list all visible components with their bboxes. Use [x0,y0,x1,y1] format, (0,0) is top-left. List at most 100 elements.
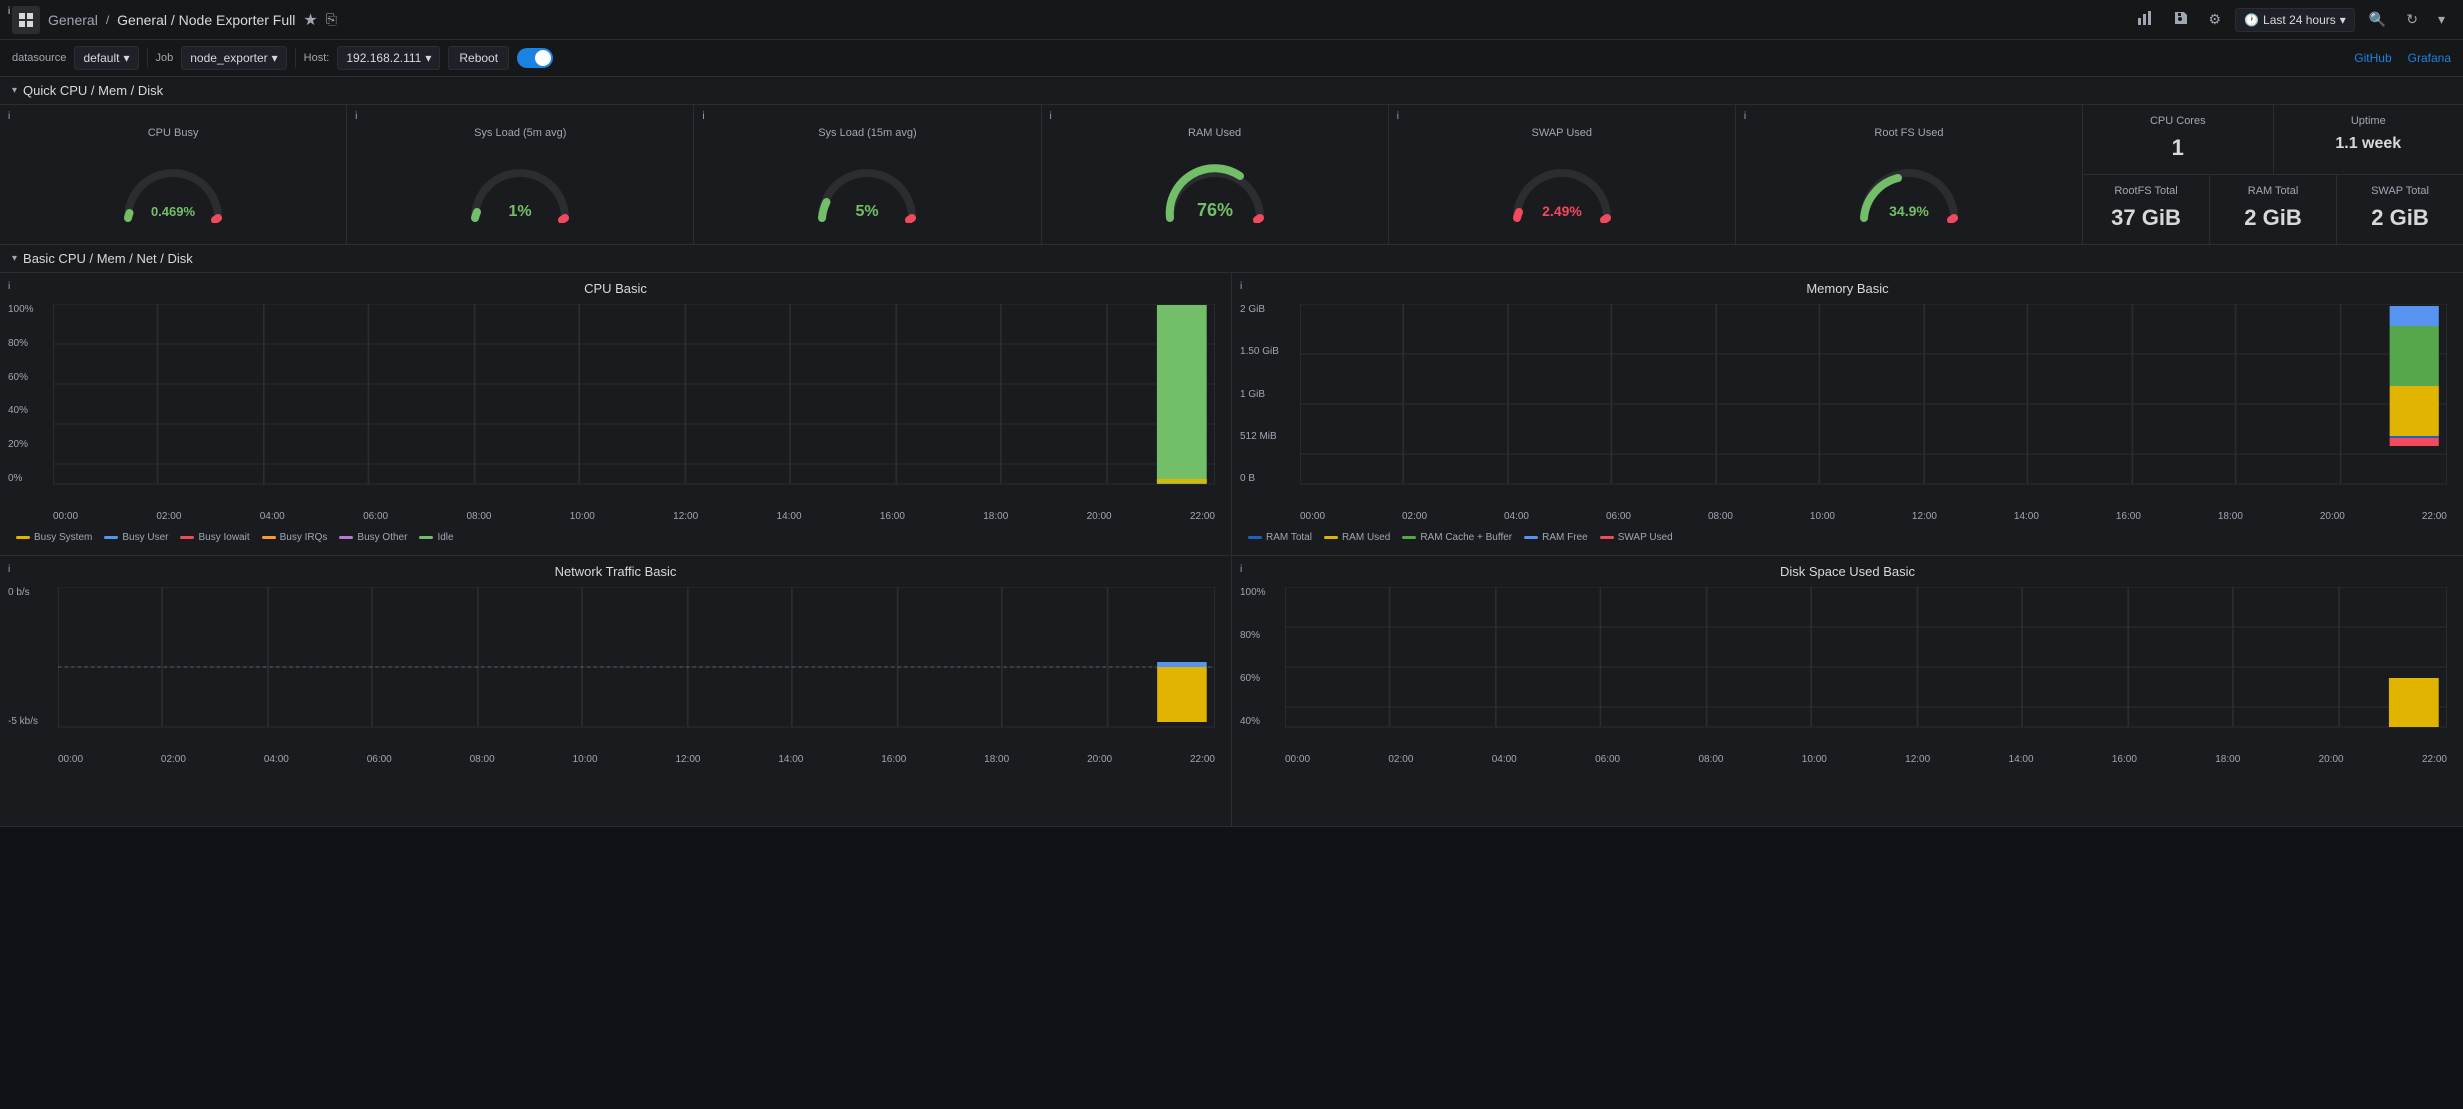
sys-load-15m-panel: i Sys Load (15m avg) 5% [694,105,1041,244]
network-title: Network Traffic Basic [8,564,1223,579]
ram-total-cell: i RAM Total 2 GiB [2210,175,2337,244]
grid-icon[interactable] [12,6,40,34]
legend-busy-system: Busy System [16,532,92,543]
memory-chart-area: 2 GiB 1.50 GiB 1 GiB 512 MiB 0 B 00:00 0… [1300,304,2447,504]
memory-basic-title: Memory Basic [1240,281,2455,296]
job-value: node_exporter [190,51,267,65]
host-label: Host: [304,52,330,64]
cpu-busy-info[interactable]: i [8,111,10,122]
rootfs-title: Root FS Used [1744,127,2074,139]
sys-load-5m-gauge-svg: 1% [465,158,575,223]
network-info[interactable]: i [8,564,10,575]
datasource-select[interactable]: default ▾ [74,46,138,70]
refresh-button[interactable]: ↻ [2400,7,2424,32]
legend-busy-other: Busy Other [339,532,407,543]
mini-stats-col: i CPU Cores 1 i Uptime 1.1 week i RootFS… [2083,105,2463,244]
job-select[interactable]: node_exporter ▾ [181,46,286,70]
save-button[interactable] [2167,6,2195,33]
sys-load-5m-panel: i Sys Load (5m avg) 1% [347,105,694,244]
net-x-axis: 00:00 02:00 04:00 06:00 08:00 10:00 12:0… [58,754,1215,765]
basic-section-title: Basic CPU / Mem / Net / Disk [23,251,193,266]
swap-used-title: SWAP Used [1397,127,1727,139]
busy-other-label: Busy Other [357,532,407,543]
reboot-button[interactable]: Reboot [448,46,509,70]
disk-panel: i Disk Space Used Basic [1232,556,2463,826]
topbar-icons: ⚙ 🕐 Last 24 hours ▾ 🔍 ↻ ▾ [2131,6,2451,33]
github-link[interactable]: GitHub [2354,51,2391,65]
legend-ram-total: RAM Total [1248,532,1312,543]
cpu-busy-title: CPU Busy [8,127,338,139]
rootfs-total-title: RootFS Total [2093,185,2199,197]
legend-busy-iowait: Busy Iowait [180,532,249,543]
mini-row-1: i CPU Cores 1 i Uptime 1.1 week [2083,105,2463,175]
cpu-basic-title: CPU Basic [8,281,1223,296]
cpu-busy-gauge-svg: 0.469% [118,158,228,223]
datasource-label: datasource [12,52,66,64]
toolbar-divider-2 [295,48,296,68]
cpu-busy-gauge: 0.469% [118,143,228,223]
ram-used-info[interactable]: i [1050,111,1052,122]
host-select[interactable]: 192.168.2.111 ▾ [337,46,440,70]
swap-used-info[interactable]: i [1397,111,1399,122]
legend-ram-used: RAM Used [1324,532,1390,543]
cpu-cores-value: 1 [2093,135,2263,161]
disk-info[interactable]: i [1240,564,1242,575]
clock-icon: 🕐 [2244,13,2259,27]
refresh-options-button[interactable]: ▾ [2432,7,2451,32]
rootfs-gauge: 34.9% [1854,143,1964,223]
uptime-title: Uptime [2284,115,2454,127]
busy-system-color [16,536,30,539]
topbar-left: General / General / Node Exporter Full ★… [12,6,2123,34]
ram-total-title: RAM Total [2220,185,2326,197]
search-button[interactable]: 🔍 [2363,7,2392,32]
legend-idle: Idle [419,532,453,543]
ram-free-color [1524,536,1538,539]
sys-load-15m-gauge-svg: 5% [812,158,922,223]
settings-button[interactable]: ⚙ [2203,7,2228,32]
sys-load-5m-title: Sys Load (5m avg) [355,127,685,139]
host-value: 192.168.2.111 [346,51,421,65]
basic-section-header[interactable]: ▾ Basic CPU / Mem / Net / Disk [0,245,2463,273]
ram-cache-legend-label: RAM Cache + Buffer [1420,532,1512,543]
rootfs-info[interactable]: i [1744,111,1746,122]
ram-used-panel: i RAM Used 76% [1042,105,1389,244]
swap-used-panel: i SWAP Used 2.49% [1389,105,1736,244]
cpu-basic-info[interactable]: i [8,281,10,292]
toolbar-divider-1 [147,48,148,68]
share-button[interactable]: ⎘ [326,11,337,28]
sys-load-15m-info[interactable]: i [702,111,704,122]
job-chevron: ▾ [272,51,278,65]
rootfs-total-cell: i RootFS Total 37 GiB [2083,175,2210,244]
reboot-toggle[interactable] [517,48,553,68]
busy-system-label: Busy System [34,532,92,543]
sys-load-15m-gauge: 5% [812,143,922,223]
toolbar: datasource default ▾ Job node_exporter ▾… [0,40,2463,77]
time-range-label: Last 24 hours [2263,13,2336,27]
legend-busy-user: Busy User [104,532,168,543]
legend-swap-used: SWAP Used [1600,532,1673,543]
cpu-basic-svg [53,304,1215,504]
svg-text:2.49%: 2.49% [1542,203,1582,219]
net-y-axis: 0 b/s -5 kb/s [8,587,38,727]
quick-section-header[interactable]: ▾ Quick CPU / Mem / Disk [0,77,2463,105]
ram-cache-color [1402,536,1416,539]
uptime-cell: i Uptime 1.1 week [2274,105,2463,174]
chevron-down-icon: ▾ [2340,13,2346,27]
swap-used-gauge-svg: 2.49% [1507,158,1617,223]
swap-total-cell: i SWAP Total 2 GiB [2337,175,2463,244]
svg-text:76%: 76% [1197,200,1233,220]
memory-basic-panel: i Memory Basic [1232,273,2463,555]
busy-irqs-label: Busy IRQs [280,532,328,543]
host-chevron: ▾ [425,51,431,65]
time-picker[interactable]: 🕐 Last 24 hours ▾ [2235,8,2355,32]
cpu-basic-panel: i CPU Basic [0,273,1232,555]
memory-basic-info[interactable]: i [1240,281,1242,292]
star-button[interactable]: ★ [303,10,317,30]
memory-svg [1300,304,2447,504]
sys-load-5m-info[interactable]: i [355,111,357,122]
job-label: Job [156,52,174,64]
grafana-link[interactable]: Grafana [2408,51,2451,65]
stat-row: i CPU Busy 0.469% [0,105,2463,245]
legend-ram-cache: RAM Cache + Buffer [1402,532,1512,543]
chart-type-button[interactable] [2131,6,2159,33]
